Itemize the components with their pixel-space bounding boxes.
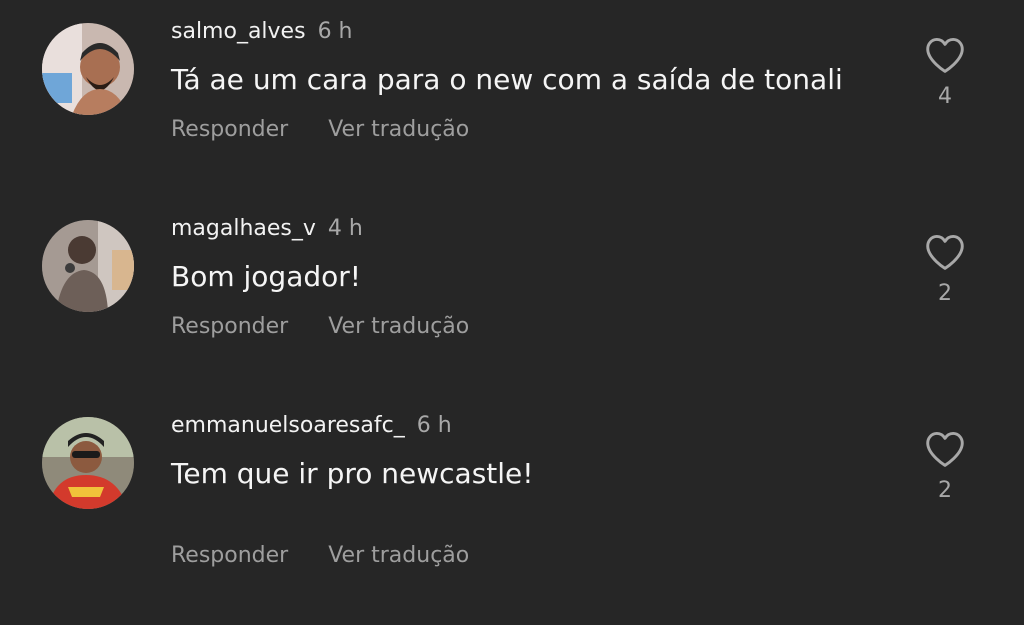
comment-item: magalhaes_v 4 h Bom jogador! Responder Ver… (0, 197, 1024, 387)
comment-item: emmanuelsoaresafc_ 6 h Tem que ir pro new… (0, 394, 1024, 584)
comment-meta: salmo_alves 6 h (171, 19, 353, 45)
username[interactable]: magalhaes_v (171, 216, 316, 241)
translate-button[interactable]: Ver tradução (328, 117, 469, 142)
heart-outline-icon[interactable] (924, 430, 966, 468)
avatar[interactable] (42, 417, 134, 509)
comment-item: salmo_alves 6 h Tá ae um cara para o new … (0, 0, 1024, 190)
comment-text: Bom jogador! (171, 260, 361, 293)
username[interactable]: salmo_alves (171, 19, 306, 44)
timestamp: 6 h (317, 19, 353, 44)
like-area: 4 (922, 36, 968, 110)
like-count: 4 (938, 84, 952, 109)
like-area: 2 (922, 233, 968, 307)
comment-text: Tem que ir pro newcastle! (171, 457, 534, 490)
avatar-photo (42, 220, 134, 312)
reply-button[interactable]: Responder (171, 543, 288, 568)
heart-outline-icon[interactable] (924, 36, 966, 74)
timestamp: 6 h (416, 413, 452, 438)
avatar-photo (42, 23, 134, 115)
like-count: 2 (938, 478, 952, 503)
reply-button[interactable]: Responder (171, 117, 288, 142)
like-area: 2 (922, 430, 968, 504)
comment-actions: Responder Ver tradução (171, 543, 469, 569)
comment-meta: magalhaes_v 4 h (171, 216, 363, 242)
comment-actions: Responder Ver tradução (171, 117, 469, 143)
reply-button[interactable]: Responder (171, 314, 288, 339)
timestamp: 4 h (327, 216, 363, 241)
translate-button[interactable]: Ver tradução (328, 314, 469, 339)
comment-meta: emmanuelsoaresafc_ 6 h (171, 413, 452, 439)
avatar[interactable] (42, 220, 134, 312)
avatar[interactable] (42, 23, 134, 115)
like-count: 2 (938, 281, 952, 306)
heart-outline-icon[interactable] (924, 233, 966, 271)
avatar-photo (42, 417, 134, 509)
username[interactable]: emmanuelsoaresafc_ (171, 413, 405, 438)
comment-actions: Responder Ver tradução (171, 314, 469, 340)
translate-button[interactable]: Ver tradução (328, 543, 469, 568)
comment-text: Tá ae um cara para o new com a saída de … (171, 63, 843, 96)
